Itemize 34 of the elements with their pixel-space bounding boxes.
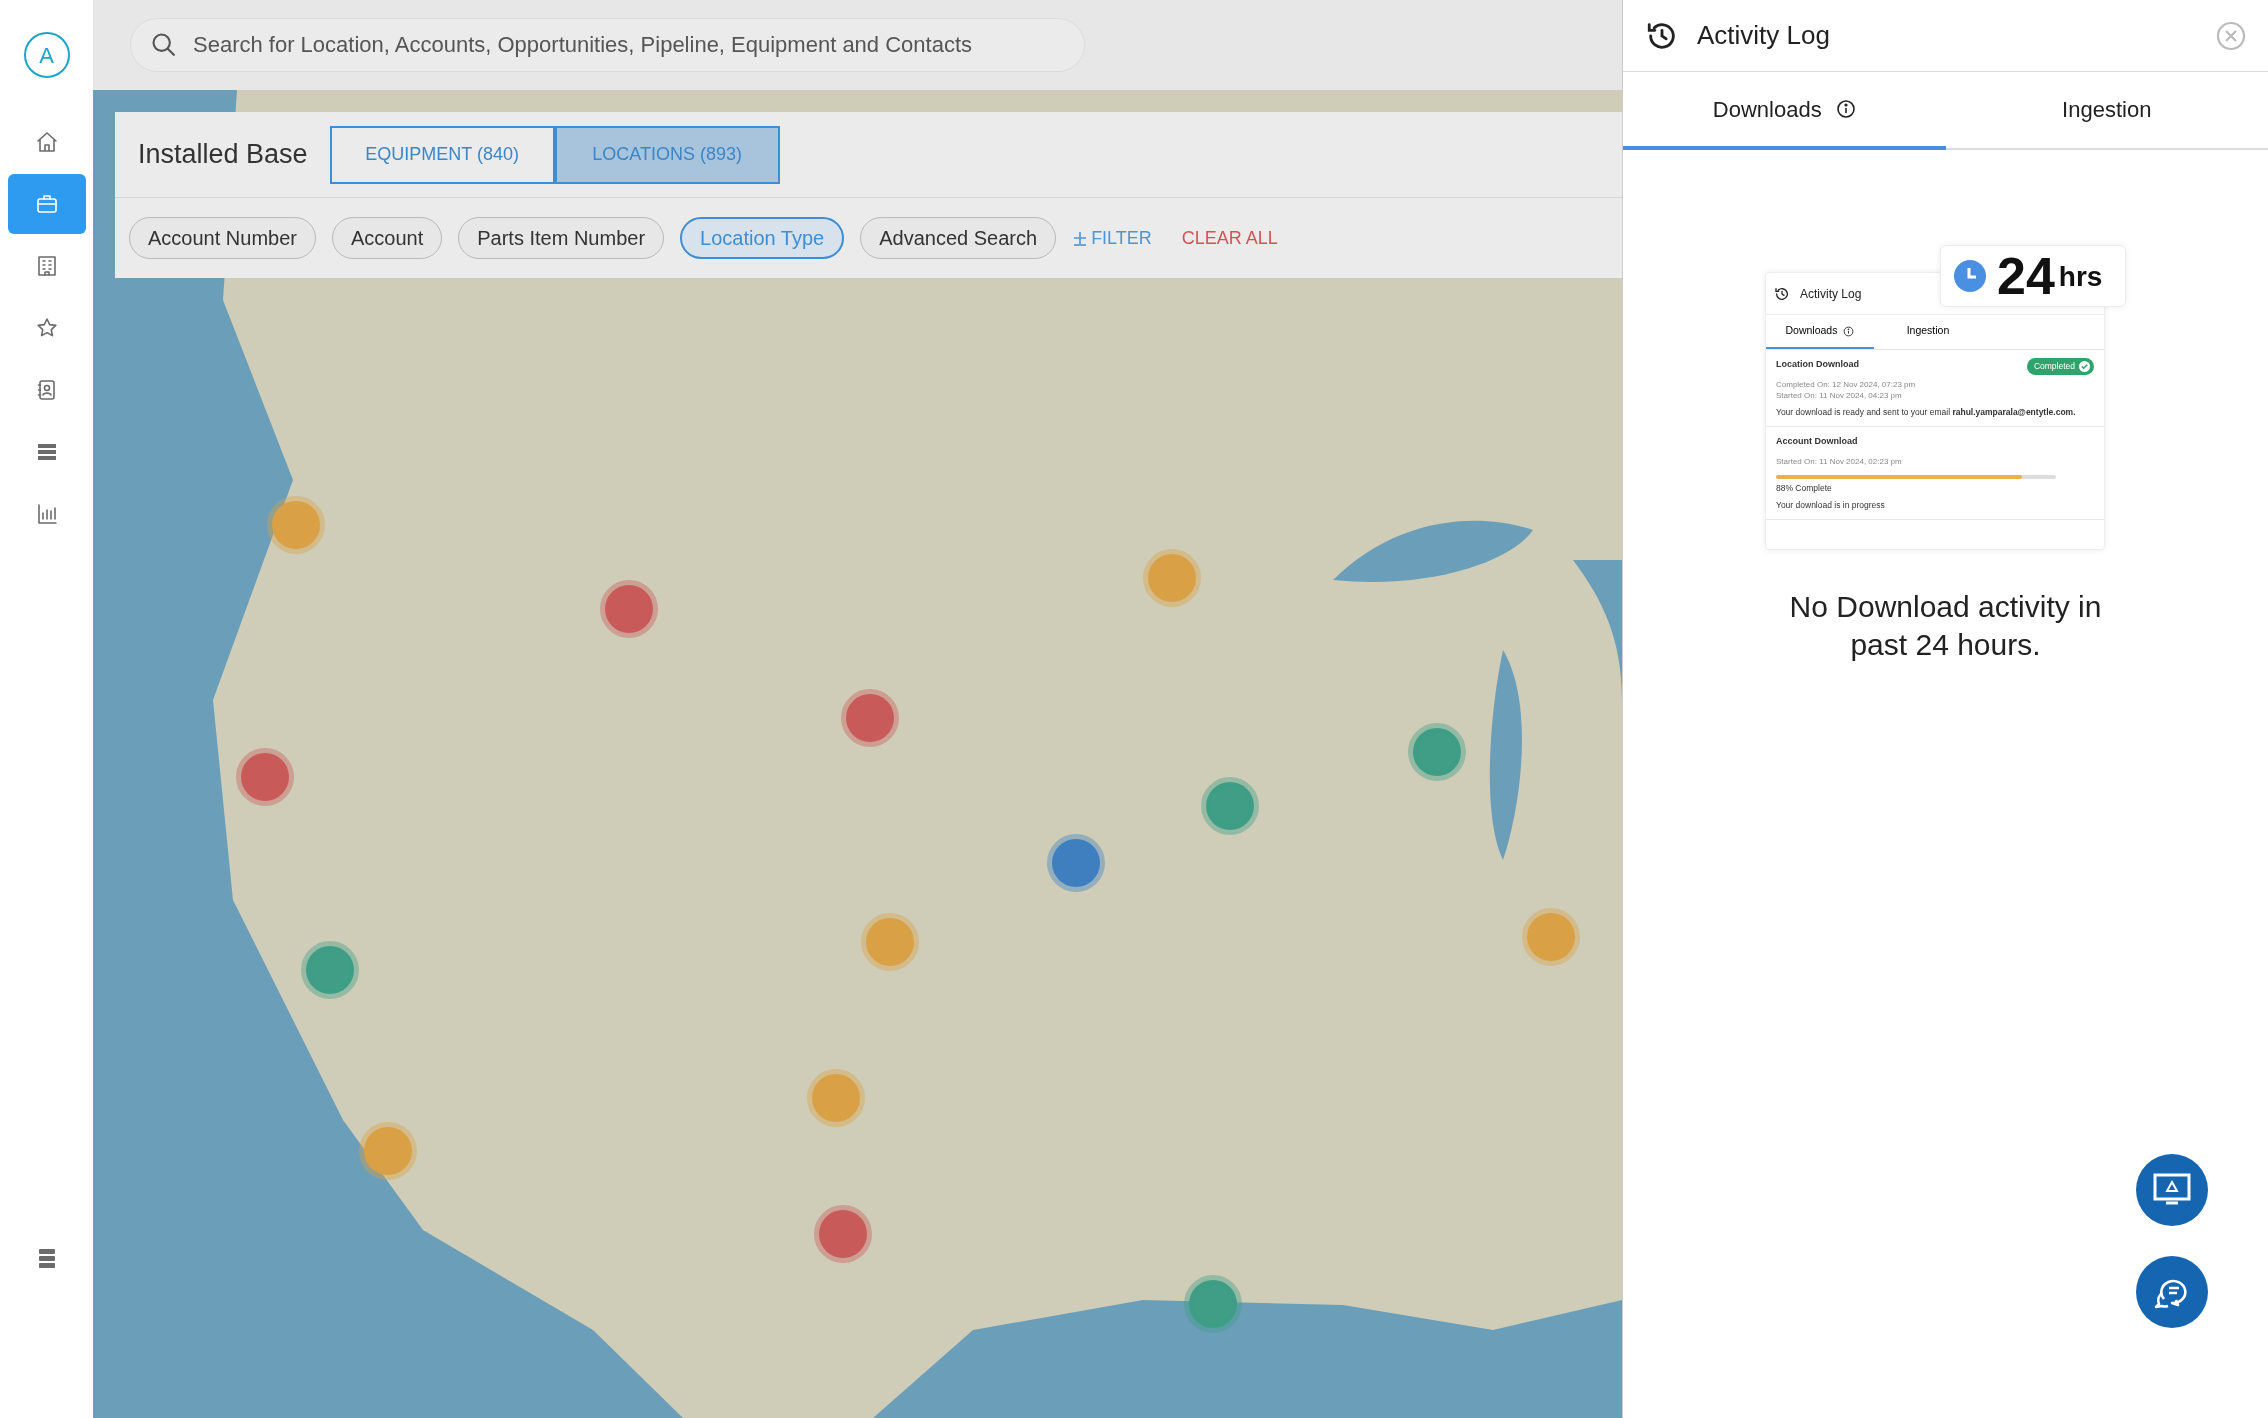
home-icon bbox=[34, 130, 59, 154]
tab[interactable]: Downloads bbox=[1766, 315, 1874, 349]
plus-icon bbox=[1072, 230, 1089, 246]
entry-title: Location Download bbox=[1776, 358, 1859, 371]
history-icon bbox=[1774, 285, 1790, 302]
filter-chip[interactable]: Account Number bbox=[129, 217, 316, 259]
search-field[interactable]: Search for Location, Accounts, Opportunities, Pipeline, Equipment and Contacts bbox=[130, 18, 1085, 72]
entry-date: Completed On: 12 Nov 2024, 07:23 pm bbox=[1776, 378, 1917, 391]
clear-all-button[interactable]: CLEAR ALL bbox=[1181, 224, 1278, 252]
empty-message: No Download activity in past 24 hours. bbox=[1788, 589, 2103, 663]
check-icon bbox=[2079, 360, 2090, 372]
tab[interactable]: Ingestion bbox=[1874, 315, 1982, 349]
status-badge: Completed bbox=[2026, 358, 2094, 375]
tab[interactable]: Ingestion bbox=[1945, 72, 2268, 150]
close-icon[interactable] bbox=[2216, 20, 2246, 51]
filter-chip[interactable]: Advanced Search bbox=[860, 217, 1057, 259]
filter-chip[interactable]: Account bbox=[331, 217, 443, 259]
entry-date: Started On: 11 Nov 2024, 02:23 pm bbox=[1776, 455, 1903, 468]
panel-title: Activity Log bbox=[1697, 19, 1831, 52]
monitor-alert-icon bbox=[2152, 1172, 2192, 1208]
progress-label: 88% Complete bbox=[1776, 482, 1833, 495]
tab[interactable]: Downloads bbox=[1623, 72, 1946, 150]
briefcase-icon bbox=[34, 192, 59, 216]
entry-date: Started On: 11 Nov 2024, 04:23 pm bbox=[1776, 390, 1903, 402]
hours-number: 24 bbox=[1997, 250, 2055, 302]
entry-message: Your download is in progress bbox=[1776, 500, 1886, 512]
panel-title: Installed Base bbox=[138, 138, 308, 172]
filter-chip[interactable]: Parts Item Number bbox=[458, 217, 665, 259]
entry-message: Your download is ready and sent to your email rahul.yamparala@entytle.com. bbox=[1776, 406, 2077, 419]
entry-title: Account Download bbox=[1776, 435, 1858, 449]
clock-icon bbox=[1953, 259, 1987, 293]
preview-title: Activity Log bbox=[1800, 285, 1862, 303]
hours-unit: hrs bbox=[2058, 260, 2103, 294]
sidebar-item[interactable] bbox=[7, 174, 86, 234]
